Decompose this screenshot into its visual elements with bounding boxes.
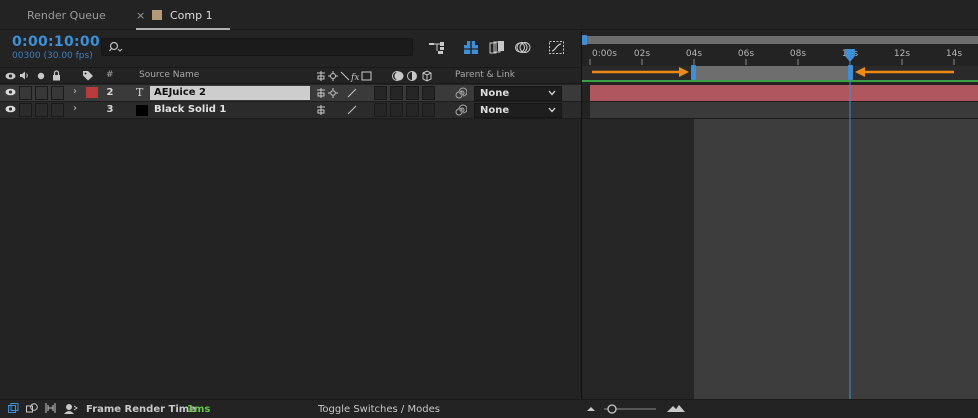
adjustment-switch[interactable] xyxy=(422,103,435,117)
solid-layer-icon xyxy=(136,105,148,116)
time-navigator-handle[interactable] xyxy=(582,35,587,45)
motion-blur-switch[interactable] xyxy=(406,103,419,117)
text-layer-icon: T xyxy=(136,86,144,99)
layer-number: 2 xyxy=(106,87,114,98)
solo-header-icon[interactable] xyxy=(37,72,45,80)
layer-source-name[interactable]: AEJuice 2 xyxy=(150,86,310,100)
chevron-down-icon xyxy=(548,90,556,96)
frame-blend-switch[interactable] xyxy=(390,86,403,100)
toggle-switches-modes-button[interactable]: Toggle Switches / Modes xyxy=(318,404,440,415)
layer-label-color[interactable] xyxy=(86,104,98,115)
layer-column-header: # Source Name fx Parent & Link xyxy=(0,67,581,84)
layer-pane: 0:00:10:00 00300 (30.00 fps) # Source Na… xyxy=(0,31,581,399)
lock-switch[interactable] xyxy=(51,86,64,100)
audio-switch-header-icon[interactable] xyxy=(19,71,30,80)
work-area-bar[interactable] xyxy=(694,66,850,80)
parent-dropdown[interactable]: None xyxy=(474,103,562,118)
search-icon xyxy=(109,41,123,52)
work-area-start-handle[interactable] xyxy=(691,65,696,80)
status-bar: Frame Render Time 1ms Toggle Switches / … xyxy=(0,399,978,418)
parent-dropdown[interactable]: None xyxy=(474,86,562,101)
time-navigator-bar[interactable] xyxy=(582,36,978,44)
column-parent-link[interactable]: Parent & Link xyxy=(455,70,515,80)
ruler-tick-label: 04s xyxy=(686,49,702,59)
timeline-panel: 0:00:10:00 00300 (30.00 fps) # Source Na… xyxy=(0,31,978,399)
ruler-tick-label: 12s xyxy=(894,49,910,59)
ruler-tick-label: 02s xyxy=(634,49,650,59)
ruler-tick-label: 06s xyxy=(738,49,754,59)
layer-number: 3 xyxy=(106,104,114,115)
layer-row[interactable]: › 3 Black Solid 1 None xyxy=(0,102,581,119)
expand-layer-icon[interactable]: › xyxy=(73,86,77,97)
solo-switch[interactable] xyxy=(35,103,48,117)
solo-switch[interactable] xyxy=(35,86,48,100)
label-tag-icon[interactable] xyxy=(82,70,94,81)
video-eye-icon[interactable] xyxy=(5,105,16,113)
timeline-graph[interactable]: 0:00s02s04s06s08s10s12s14s xyxy=(582,31,978,399)
layer-switches-toggle-icon[interactable] xyxy=(8,403,19,414)
ruler-tick-label: 14s xyxy=(946,49,962,59)
column-number[interactable]: # xyxy=(106,70,114,80)
video-eye-icon[interactable] xyxy=(5,88,16,96)
layer-switches-header-icons: fx xyxy=(317,71,372,82)
zoom-slider[interactable] xyxy=(602,404,658,414)
parent-dropdown-value: None xyxy=(480,105,510,116)
cached-frames-indicator xyxy=(582,80,978,82)
layer-bar-aejuice[interactable] xyxy=(590,85,978,101)
layer-source-name[interactable]: Black Solid 1 xyxy=(150,103,310,117)
adjustment-switch[interactable] xyxy=(422,86,435,100)
frame-render-label: Frame Render Time xyxy=(86,404,196,415)
tab-comp-1-label: Comp 1 xyxy=(170,9,213,22)
tab-render-queue[interactable]: Render Queue xyxy=(27,0,106,30)
chevron-down-icon xyxy=(548,107,556,113)
expand-layer-icon[interactable]: › xyxy=(73,103,77,114)
lock-header-icon[interactable] xyxy=(52,70,61,81)
svg-text:fx: fx xyxy=(350,73,359,82)
layer-bar-black-solid[interactable] xyxy=(590,102,978,118)
blend-switches-header-icons xyxy=(392,70,432,82)
render-time-toggle-icon[interactable] xyxy=(64,403,78,414)
video-switch-header-icon[interactable] xyxy=(5,72,16,80)
motion-blur-switch[interactable] xyxy=(406,86,419,100)
ruler-tick-label: 08s xyxy=(790,49,806,59)
modes-toggle-icon[interactable] xyxy=(26,403,38,414)
composition-flowchart-icon[interactable] xyxy=(428,40,446,55)
ruler-tick-label: 0:00s xyxy=(592,49,617,59)
frame-blend-switch[interactable] xyxy=(390,103,403,117)
parent-dropdown-value: None xyxy=(480,88,510,99)
audio-switch[interactable] xyxy=(19,103,32,117)
motion-blur-icon[interactable] xyxy=(514,40,532,55)
pick-whip-icon[interactable] xyxy=(455,104,467,116)
graph-editor-icon[interactable] xyxy=(548,40,566,55)
in-out-toggle-icon[interactable] xyxy=(45,402,56,414)
current-time-display[interactable]: 0:00:10:00 xyxy=(12,34,100,50)
column-source-name[interactable]: Source Name xyxy=(139,70,199,80)
layer-row[interactable]: › 2 T AEJuice 2 None xyxy=(0,85,581,102)
inside-work-area xyxy=(694,119,978,399)
audio-switch[interactable] xyxy=(19,86,32,100)
zoom-out-icon[interactable] xyxy=(586,404,596,412)
fx-switch[interactable] xyxy=(374,86,387,100)
comp-color-swatch xyxy=(152,10,162,20)
close-icon[interactable]: × xyxy=(136,0,148,32)
pick-whip-icon[interactable] xyxy=(455,87,467,99)
frame-blending-icon[interactable] xyxy=(488,40,506,55)
fx-switch[interactable] xyxy=(374,103,387,117)
zoom-in-icon[interactable] xyxy=(666,403,686,413)
layer-switches[interactable] xyxy=(316,87,360,99)
lock-switch[interactable] xyxy=(51,103,64,117)
tab-render-queue-label: Render Queue xyxy=(27,9,106,22)
frame-count-display: 00300 (30.00 fps) xyxy=(12,51,93,61)
panel-tab-bar: Render Queue ×Comp 1≡ xyxy=(0,0,978,55)
outside-work-area-left xyxy=(582,119,694,399)
playhead-marker[interactable] xyxy=(845,49,855,62)
frame-render-value: 1ms xyxy=(187,404,211,415)
layer-switches[interactable] xyxy=(316,104,360,116)
layer-label-color[interactable] xyxy=(86,87,98,98)
tab-comp-1[interactable]: ×Comp 1≡ xyxy=(136,0,230,55)
draft-3d-icon[interactable] xyxy=(462,40,480,55)
layer-search-input[interactable] xyxy=(101,38,413,56)
timeline-pane: 0:00s02s04s06s08s10s12s14s xyxy=(582,31,978,399)
